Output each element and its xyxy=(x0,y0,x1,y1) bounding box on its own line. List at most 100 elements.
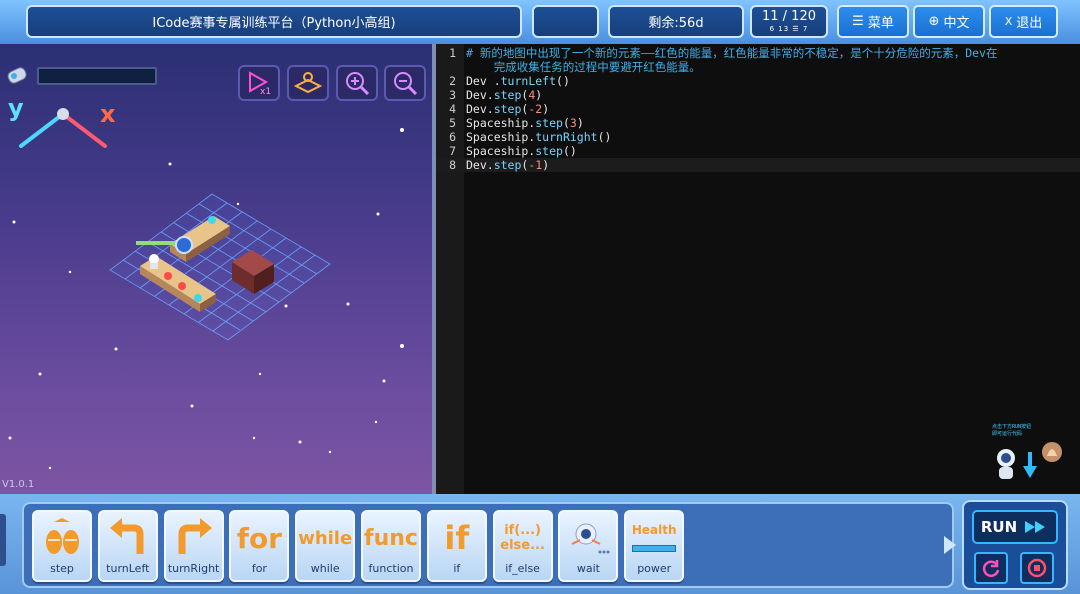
game-map xyxy=(109,193,331,341)
version-label: V1.0.1 xyxy=(2,479,35,490)
code-function: step xyxy=(493,102,522,116)
code-text: Spaceship.step(3) xyxy=(466,116,584,130)
command-block-turnRight[interactable]: turnRight xyxy=(163,510,224,582)
block-label: for xyxy=(251,562,267,575)
code-text: Dev.step(4) xyxy=(466,88,543,102)
stop-icon xyxy=(1027,558,1047,578)
code-object: Spaceship. xyxy=(466,130,536,144)
health-bar xyxy=(632,545,677,552)
block-glyph-if: if xyxy=(429,515,485,561)
code-comment: 完成收集任务的过程中要避开红色能量。 xyxy=(466,60,701,74)
code-text: 完成收集任务的过程中要避开红色能量。 xyxy=(466,60,701,74)
robot-hint: 点击下方RUN按钮 即可运行代码 xyxy=(992,424,1066,494)
code-text: Spaceship.turnRight() xyxy=(466,130,611,144)
exit-button[interactable]: X 退出 xyxy=(989,5,1058,38)
run-button[interactable]: RUN xyxy=(972,510,1058,544)
blank-status-box xyxy=(532,5,599,38)
command-block-wait[interactable]: wait xyxy=(558,510,619,582)
reset-button[interactable] xyxy=(974,552,1008,584)
code-text: Dev.step(-1) xyxy=(466,158,550,172)
block-label: if_else xyxy=(505,562,540,575)
code-line[interactable]: 3 Dev.step(4) xyxy=(436,88,1080,102)
command-block-function[interactable]: func function xyxy=(361,510,421,582)
menu-icon: ☰ xyxy=(852,14,864,29)
code-parens: () xyxy=(597,130,612,144)
code-parens: () xyxy=(556,74,570,88)
block-label: turnRight xyxy=(167,562,220,575)
command-block-turnLeft[interactable]: turnLeft xyxy=(97,510,158,582)
remaining-days-box: 剩余:56d xyxy=(608,5,744,38)
command-block-if[interactable]: if if xyxy=(426,510,487,582)
glyph-text: while xyxy=(298,527,353,549)
glyph-text: for xyxy=(236,521,282,555)
code-line[interactable]: 5 Spaceship.step(3) xyxy=(436,116,1080,130)
stop-button[interactable] xyxy=(1020,552,1054,584)
code-object: Dev. xyxy=(466,158,494,172)
line-number: 2 xyxy=(449,74,456,88)
glyph-text: if xyxy=(444,519,470,557)
block-label: wait xyxy=(576,562,600,575)
scroll-right-arrow[interactable] xyxy=(944,536,956,554)
globe-icon: ⊕ xyxy=(928,14,940,29)
line-number: 3 xyxy=(449,88,456,102)
line-number: 4 xyxy=(449,102,456,116)
code-object: Dev. xyxy=(466,88,494,102)
game-scene: x1 y x V1.0.1 xyxy=(0,44,432,494)
code-function: step xyxy=(493,158,522,172)
dev-robot xyxy=(149,254,159,269)
level-progress: 11 / 120 6 13 ☰ 7 xyxy=(750,5,828,38)
code-function: step xyxy=(493,88,522,102)
code-line[interactable]: 8 Dev.step(-1) xyxy=(436,158,1080,172)
code-object: Spaceship. xyxy=(466,116,536,130)
code-argument: -1 xyxy=(528,158,543,172)
code-comment: # 新的地图中出现了一个新的元素——红色的能量，红色能量非常的不稳定，是个十分危… xyxy=(466,46,998,60)
block-label: if xyxy=(453,562,461,575)
code-argument: 3 xyxy=(569,116,577,130)
page-title: ICode赛事专属训练平台（Python小高组) xyxy=(26,5,522,38)
fast-forward-icon xyxy=(1025,521,1046,533)
code-function: turnRight xyxy=(535,130,598,144)
top-bar: ICode赛事专属训练平台（Python小高组) 剩余:56d 11 / 120… xyxy=(0,0,1080,44)
run-panel: RUN xyxy=(962,500,1068,590)
turn-right-arrow-icon xyxy=(166,515,222,561)
robot-mascot-icon xyxy=(997,442,1062,479)
block-label: while xyxy=(310,562,340,575)
code-function: step xyxy=(535,144,563,158)
block-glyph-if_else: if(...) else... xyxy=(495,515,551,561)
command-blocks-panel: step turnLeft turnRight for for while while fun… xyxy=(22,502,954,588)
command-block-if-else[interactable]: if(...) else... if_else xyxy=(492,510,553,582)
command-block-step[interactable]: step xyxy=(32,510,92,582)
line-number: 5 xyxy=(449,116,456,130)
line-number: 7 xyxy=(449,144,456,158)
line-number: 8 xyxy=(449,158,456,172)
code-editor[interactable]: 1 # 新的地图中出现了一个新的元素——红色的能量，红色能量非常的不稳定，是个十分… xyxy=(436,44,1080,494)
code-line[interactable]: 完成收集任务的过程中要避开红色能量。 xyxy=(436,60,1080,74)
block-label: power xyxy=(637,562,672,575)
health-bar-icon: Health xyxy=(626,515,682,561)
close-icon: X xyxy=(1004,15,1013,28)
code-line[interactable]: 4 Dev.step(-2) xyxy=(436,102,1080,116)
code-text: Dev .turnLeft() xyxy=(466,74,570,88)
command-block-while[interactable]: while while xyxy=(295,510,356,582)
refresh-icon xyxy=(982,560,1000,577)
code-line[interactable]: 1 # 新的地图中出现了一个新的元素——红色的能量，红色能量非常的不稳定，是个十分… xyxy=(436,46,1080,60)
code-line[interactable]: 7 Spaceship.step() xyxy=(436,144,1080,158)
else-glyph: else... xyxy=(500,538,545,553)
code-line[interactable]: 6 Spaceship.turnRight() xyxy=(436,130,1080,144)
code-text: # 新的地图中出现了一个新的元素——红色的能量，红色能量非常的不稳定，是个十分危… xyxy=(466,46,997,60)
line-number: 1 xyxy=(449,46,456,60)
left-notch xyxy=(0,514,6,566)
code-function: step xyxy=(535,116,563,130)
glyph-text: func xyxy=(364,525,418,551)
block-label: turnLeft xyxy=(106,562,150,575)
menu-button[interactable]: ☰ 菜单 xyxy=(837,5,909,38)
block-label: function xyxy=(368,562,414,575)
code-line[interactable]: 2 Dev .turnLeft() xyxy=(436,74,1080,88)
command-block-for[interactable]: for for xyxy=(229,510,290,582)
language-button[interactable]: ⊕ 中文 xyxy=(913,5,985,38)
block-label: step xyxy=(50,562,74,575)
block-glyph-while: while xyxy=(297,515,353,561)
command-block-power[interactable]: Health power xyxy=(624,510,685,582)
code-argument: 4 xyxy=(528,88,536,102)
code-text: Dev.step(-2) xyxy=(466,102,550,116)
